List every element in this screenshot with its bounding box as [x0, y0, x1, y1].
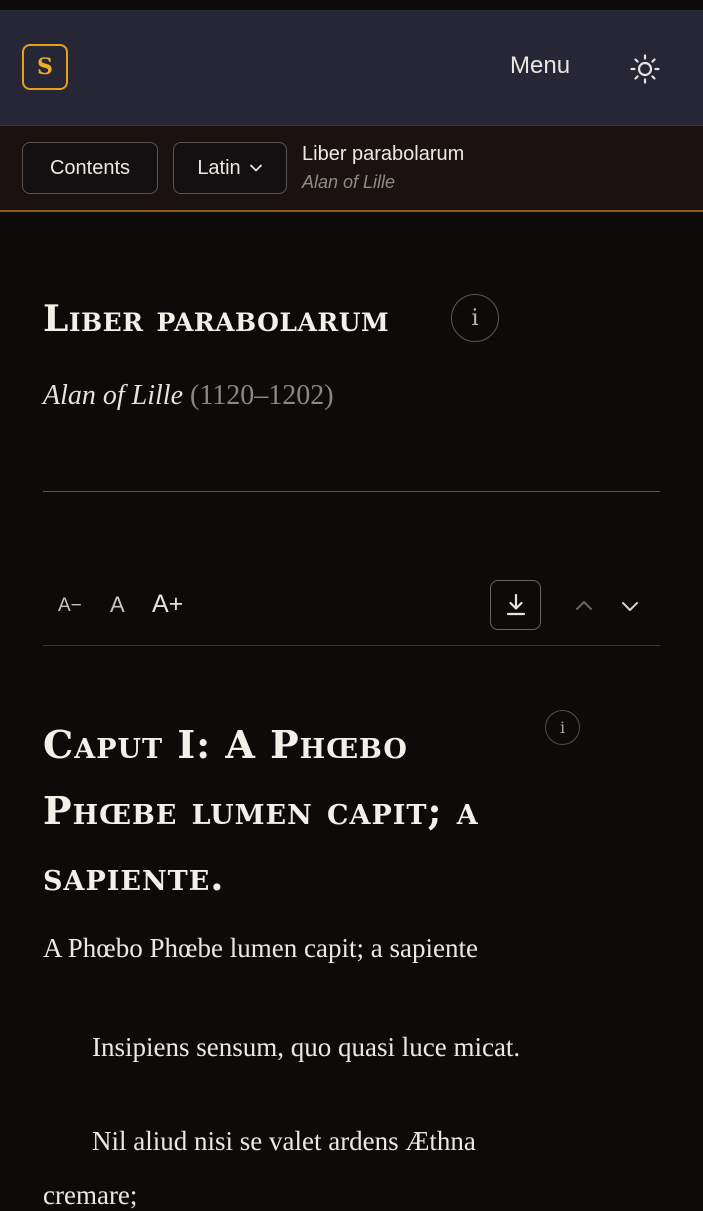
reset-font-button[interactable]: A	[110, 592, 125, 618]
theme-toggle-button[interactable]	[626, 50, 664, 88]
chevron-up-icon	[576, 601, 592, 610]
chevron-down-icon	[249, 164, 262, 172]
language-select[interactable]: Latin	[173, 142, 287, 194]
section-divider	[43, 491, 660, 492]
reader-toolbar: Contents Latin Liber parabolarum Alan of…	[0, 126, 703, 212]
chapter-title: Caput I: A Phœbo Phœbe lumen capit; a sa…	[43, 722, 479, 899]
verse-line: Insipiens sensum, quo quasi luce micat.	[92, 1032, 521, 1062]
site-logo[interactable]: S	[22, 44, 68, 90]
toolbar-work-title: Liber parabolarum	[302, 143, 465, 165]
toolbar-divider	[43, 645, 660, 646]
verse-line: cremare;	[43, 1180, 138, 1210]
work-info-button[interactable]: i	[451, 294, 499, 342]
top-navigation-bar: S Menu	[0, 10, 703, 126]
increase-font-button[interactable]: A+	[152, 590, 183, 619]
next-section-button[interactable]	[618, 594, 642, 618]
author-dates: (1120–1202)	[190, 380, 334, 411]
sun-icon	[630, 54, 660, 84]
author-name[interactable]: Alan of Lille	[43, 380, 183, 411]
contents-button[interactable]: Contents	[22, 142, 158, 194]
chevron-down-icon	[622, 602, 638, 611]
decrease-font-button[interactable]: A−	[58, 595, 82, 617]
info-icon: i	[559, 718, 566, 737]
download-button[interactable]	[490, 580, 541, 630]
author-line: Alan of Lille (1120–1202)	[43, 380, 334, 412]
toolbar-work-author: Alan of Lille	[302, 172, 396, 192]
info-icon: i	[471, 305, 479, 331]
download-icon	[506, 593, 525, 616]
menu-button[interactable]: Menu	[510, 52, 570, 80]
verse-line: Nil aliud nisi se valet ardens Æthna	[92, 1126, 476, 1156]
verse-line: A Phœbo Phœbe lumen capit; a sapiente	[43, 933, 478, 963]
language-label: Latin	[197, 156, 241, 179]
work-title: Liber parabolarum	[43, 298, 390, 340]
previous-section-button[interactable]	[572, 594, 596, 618]
chapter-info-button[interactable]: i	[545, 710, 580, 745]
